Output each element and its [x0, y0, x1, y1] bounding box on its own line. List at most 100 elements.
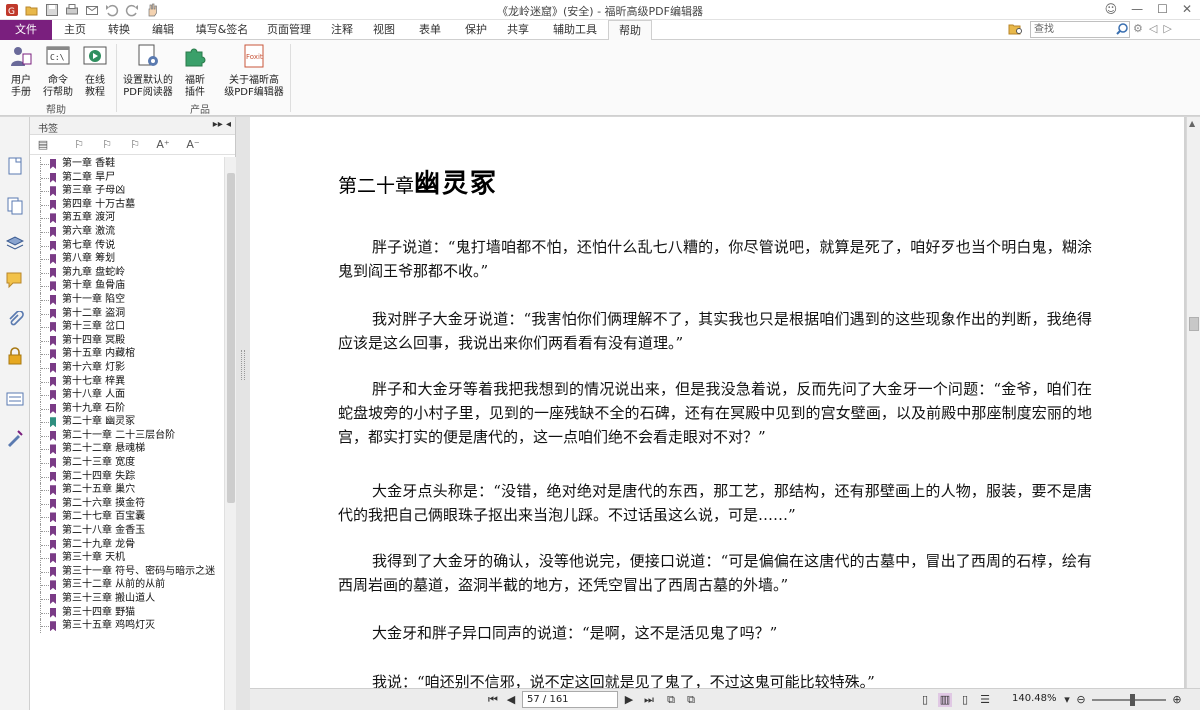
bookmark-item[interactable]: 第十五章 内藏棺 — [30, 347, 224, 361]
zoom-dropdown-icon[interactable]: ▾ — [1060, 693, 1074, 707]
bookmark-item[interactable]: 第二十三章 宽度 — [30, 456, 224, 470]
foxit-plugin-button[interactable]: 福昕 插件 — [178, 44, 212, 99]
single-page-view-icon[interactable]: ▯ — [918, 693, 932, 707]
bookmark-item[interactable]: 第三十二章 从前的从前 — [30, 578, 224, 592]
bookmark-item[interactable]: 第三十三章 搬山道人 — [30, 592, 224, 606]
online-tutorial-button[interactable]: 在线 教程 — [78, 44, 112, 99]
bookmark-item[interactable]: 第十二章 盗洞 — [30, 306, 224, 321]
bookmark-item[interactable]: 第七章 传说 — [30, 238, 224, 253]
reflow-view-icon[interactable]: ☰ — [978, 693, 992, 707]
zoom-out-icon[interactable]: ⊖ — [1074, 693, 1088, 707]
bookmark-options-icon[interactable]: ▤ — [36, 138, 50, 152]
bookmark-item[interactable]: 第十八章 人面 — [30, 388, 224, 402]
next-view-icon[interactable]: ⧉ — [684, 693, 698, 707]
zoom-level[interactable]: 140.48% — [1012, 693, 1057, 704]
signature-icon[interactable] — [6, 429, 24, 447]
bookmark-item[interactable]: 第三十五章 鸡鸣灯灭 — [30, 619, 224, 633]
tab-help[interactable]: 帮助 — [608, 20, 652, 41]
bookmark-item[interactable]: 第三十一章 符号、密码与暗示之迷 — [30, 564, 224, 579]
zoom-slider-handle[interactable] — [1130, 694, 1135, 706]
bookmark-item[interactable]: 第二十八章 金香玉 — [30, 524, 224, 538]
continuous-view-icon[interactable]: ▥ — [938, 693, 952, 707]
shrink-text-icon[interactable]: A⁻ — [186, 138, 200, 152]
bookmark-item[interactable]: 第二十五章 巢穴 — [30, 483, 224, 497]
tab-fill-sign[interactable]: 填写&签名 — [186, 20, 258, 40]
minimize-icon[interactable]: — — [1131, 2, 1143, 16]
bookmark-item[interactable]: 第九章 盘蛇岭 — [30, 265, 224, 280]
comments-icon[interactable] — [6, 271, 24, 289]
bookmark-item[interactable]: 第十三章 岔口 — [30, 320, 224, 334]
bookmark-item[interactable]: 第十一章 陷空 — [30, 292, 224, 307]
zoom-in-icon[interactable]: ⊕ — [1170, 693, 1184, 707]
bookmarks-scrollbar[interactable] — [224, 157, 236, 710]
bookmark-item[interactable]: 第三十四章 野猫 — [30, 605, 224, 620]
expand-bookmarks-icon[interactable]: ⚐ — [128, 138, 142, 152]
tab-share[interactable]: 共享 — [498, 20, 538, 40]
tab-file[interactable]: 文件 — [0, 20, 52, 40]
bookmark-item[interactable]: 第二十七章 百宝囊 — [30, 510, 224, 525]
tab-edit[interactable]: 编辑 — [141, 20, 185, 40]
bookmarks-scroll-thumb[interactable] — [227, 173, 235, 503]
splitter-grip[interactable] — [241, 350, 245, 380]
bookmark-item[interactable]: 第十四章 冥殿 — [30, 333, 224, 348]
forward-icon[interactable]: ▷ — [1163, 22, 1171, 35]
bookmark-item[interactable]: 第四章 十万古墓 — [30, 197, 224, 212]
back-icon[interactable]: ◁ — [1149, 22, 1157, 35]
layers-icon[interactable] — [6, 235, 24, 253]
bookmark-item[interactable]: 第二十章 幽灵冢 — [30, 415, 224, 429]
user-icon[interactable]: ☺ — [1105, 2, 1118, 16]
bookmark-item[interactable]: 第二十一章 二十三层台阶 — [30, 428, 224, 443]
close-icon[interactable]: ✕ — [1182, 2, 1192, 16]
expand-panel-icon[interactable]: ▸▸ — [213, 119, 223, 130]
scroll-up-icon[interactable]: ▲ — [1189, 119, 1195, 128]
security-icon[interactable] — [6, 347, 24, 365]
tab-view[interactable]: 视图 — [364, 20, 404, 40]
panel-splitter[interactable] — [236, 117, 250, 710]
bookmark-item[interactable]: 第十七章 梓異 — [30, 374, 224, 389]
previous-page-icon[interactable]: ◀ — [504, 693, 518, 707]
bookmark-item[interactable]: 第十九章 石阶 — [30, 401, 224, 416]
about-foxit-button[interactable]: Foxit 关于福昕高 级PDF编辑器 — [222, 44, 286, 99]
previous-view-icon[interactable]: ⧉ — [664, 693, 678, 707]
collapse-panel-icon[interactable]: ◂ — [226, 119, 231, 130]
tab-accessibility[interactable]: 辅助工具 — [544, 20, 606, 40]
document-view[interactable]: 第二十章幽灵冢 胖子说道：“鬼打墙咱都不怕，还怕什么乱七八糟的，你尽管说吧，就算… — [250, 117, 1186, 688]
bookmark-item[interactable]: 第三章 子母凶 — [30, 184, 224, 198]
next-page-icon[interactable]: ▶ — [622, 693, 636, 707]
set-default-reader-button[interactable]: 设置默认的 PDF阅读器 — [120, 44, 176, 99]
page-thumbnail-icon[interactable] — [6, 157, 24, 175]
bookmark-item[interactable]: 第八章 筹划 — [30, 252, 224, 266]
form-fields-icon[interactable] — [6, 390, 24, 408]
enlarge-text-icon[interactable]: A⁺ — [156, 138, 170, 152]
bookmark-item[interactable]: 第六章 激流 — [30, 224, 224, 239]
last-page-icon[interactable]: ⏭ — [642, 693, 656, 707]
bookmark-item[interactable]: 第十六章 灯影 — [30, 360, 224, 375]
first-page-icon[interactable]: ⏮ — [486, 693, 500, 707]
tab-protect[interactable]: 保护 — [456, 20, 496, 40]
bookmark-item[interactable]: 第二十九章 龙骨 — [30, 537, 224, 552]
delete-bookmark-icon[interactable]: ⚐ — [100, 138, 114, 152]
document-scrollbar[interactable]: ▲ — [1186, 117, 1200, 688]
bookmark-item[interactable]: 第十章 鱼骨庙 — [30, 279, 224, 293]
folder-search-icon[interactable] — [1008, 22, 1024, 39]
tab-page-management[interactable]: 页面管理 — [259, 20, 319, 40]
zoom-slider[interactable] — [1092, 699, 1166, 701]
tab-convert[interactable]: 转换 — [97, 20, 141, 40]
page-number-input[interactable]: 57 / 161 — [522, 691, 618, 708]
add-bookmark-icon[interactable]: ⚐ — [72, 138, 86, 152]
tab-form[interactable]: 表单 — [410, 20, 450, 40]
search-icon[interactable] — [1115, 22, 1129, 36]
command-line-help-button[interactable]: C:\ 命令 行帮助 — [40, 44, 76, 99]
bookmark-item[interactable]: 第二十二章 悬魂梯 — [30, 442, 224, 457]
tab-comment[interactable]: 注释 — [322, 20, 362, 40]
bookmark-item[interactable]: 第二章 旱尸 — [30, 170, 224, 185]
maximize-icon[interactable]: ☐ — [1157, 2, 1168, 16]
bookmark-item[interactable]: 第三十章 天机 — [30, 551, 224, 565]
pages-icon[interactable] — [6, 197, 24, 215]
bookmark-item[interactable]: 第一章 香鞋 — [30, 157, 224, 171]
user-manual-button[interactable]: 用户 手册 — [4, 44, 38, 99]
gear-icon[interactable]: ⚙ — [1133, 22, 1143, 35]
facing-view-icon[interactable]: ▯ — [958, 693, 972, 707]
bookmark-item[interactable]: 第二十四章 失踪 — [30, 469, 224, 484]
bookmark-item[interactable]: 第五章 渡河 — [30, 211, 224, 225]
